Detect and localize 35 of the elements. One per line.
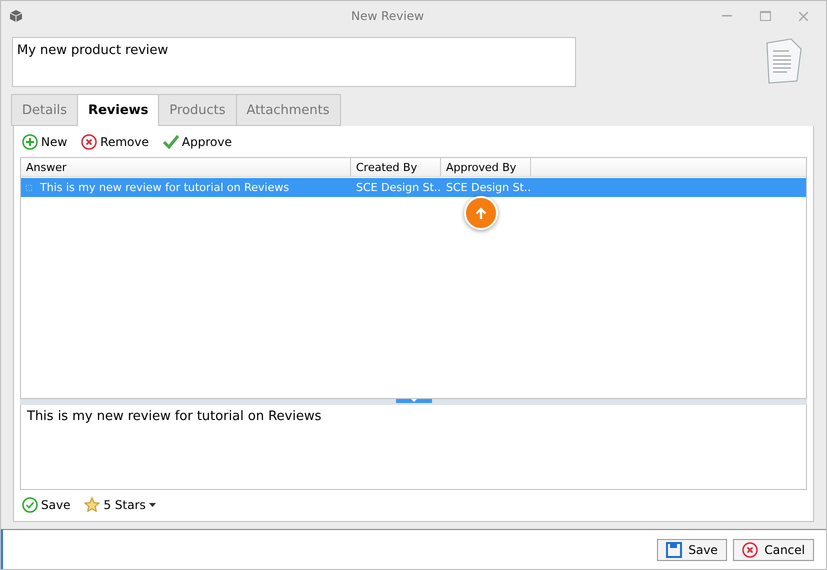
up-arrow-button[interactable]	[464, 196, 498, 230]
cancel-icon	[742, 542, 758, 558]
tab[interactable]: Details	[11, 94, 78, 126]
approve-button[interactable]: Approve	[160, 134, 234, 149]
add-icon	[22, 134, 38, 150]
tab[interactable]: Products	[158, 94, 237, 126]
close-icon[interactable]	[798, 12, 808, 20]
title-field[interactable]: My new product review	[12, 37, 576, 87]
table-cell: This is my new review for tutorial on Reviews	[40, 181, 290, 194]
remove-button[interactable]: Remove	[79, 134, 151, 150]
app-icon	[9, 9, 23, 23]
add-button[interactable]: New	[20, 134, 70, 150]
checkmark-icon	[162, 134, 179, 149]
window-title: New Review	[350, 9, 425, 23]
check-circle-icon	[22, 497, 38, 514]
table-cell: SCE Design St..	[446, 181, 531, 194]
tab[interactable]: Attachments	[236, 94, 341, 126]
save-button[interactable]: Save	[20, 497, 72, 514]
minimize-icon[interactable]	[722, 15, 732, 17]
rating-dropdown[interactable]: 5 Stars	[82, 497, 158, 514]
up-arrow-icon	[475, 206, 487, 220]
maximize-icon[interactable]	[760, 11, 770, 21]
review-text-field[interactable]: This is my new review for tutorial on Reviews	[20, 404, 807, 490]
remove-icon	[81, 134, 98, 150]
column-header[interactable]: Created By	[351, 158, 441, 176]
column-header[interactable]: Approved By	[441, 158, 531, 176]
column-header[interactable]: Answer	[21, 158, 351, 176]
caret-icon	[148, 503, 156, 508]
row-handle-icon	[26, 184, 32, 191]
splitter-handle-icon[interactable]	[396, 398, 432, 404]
star-icon	[84, 497, 100, 514]
save-button[interactable]: Save	[657, 538, 728, 560]
tab[interactable]: Reviews	[77, 94, 160, 126]
cancel-button[interactable]: Cancel	[733, 538, 814, 560]
table-cell: SCE Design St..	[356, 181, 441, 194]
